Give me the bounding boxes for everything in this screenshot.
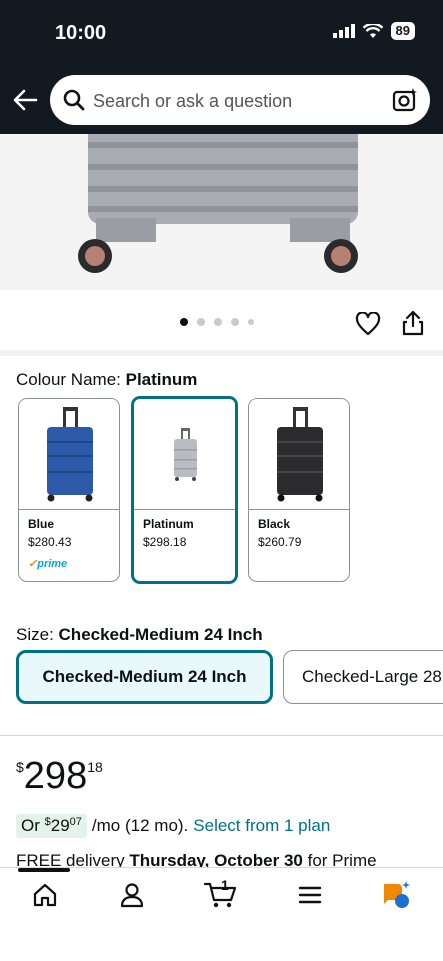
product-image[interactable] (0, 134, 443, 290)
carousel-dot (180, 318, 188, 326)
battery-indicator: 89 (390, 22, 415, 40)
installment-price-pill: Or $29 07 (16, 814, 87, 838)
search-input[interactable]: Search or ask a question (93, 91, 292, 112)
select-plan-link[interactable]: Select from 1 plan (193, 816, 330, 836)
carousel-dot (197, 318, 205, 326)
size-option-medium[interactable]: Checked-Medium 24 Inch (16, 650, 273, 704)
swatch-price: $260.79 (258, 535, 302, 549)
status-time: 10:00 (55, 22, 107, 44)
colour-label-text: Colour Name: (16, 370, 121, 389)
price-currency: $ (16, 759, 24, 775)
size-label: Size: Checked-Medium 24 Inch (16, 625, 263, 645)
colour-option-blue[interactable]: Blue $280.43 ✓prime (18, 398, 120, 582)
heart-icon[interactable] (355, 312, 381, 336)
swatch-price: $298.18 (143, 535, 187, 549)
suitcase-icon (47, 407, 93, 502)
carousel-dot (214, 318, 222, 326)
search-bar[interactable]: Search or ask a question (50, 75, 430, 125)
size-selected-value: Checked-Medium 24 Inch (58, 625, 263, 644)
colour-option-platinum[interactable]: Platinum $298.18 (131, 396, 238, 584)
colour-option-black[interactable]: Black $260.79 (248, 398, 350, 582)
image-carousel-indicator (180, 318, 254, 326)
swatch-name: Platinum (143, 517, 194, 531)
bottom-navigation: 1 (0, 867, 443, 961)
size-option-large[interactable]: Checked-Large 28 (283, 650, 443, 704)
installment-whole: 29 (50, 816, 70, 835)
prime-badge: ✓prime (28, 558, 68, 570)
search-icon (63, 89, 85, 111)
installment-fraction: 07 (69, 816, 82, 828)
swatch-name: Black (258, 517, 291, 531)
swatch-image (134, 399, 235, 510)
colour-selected-value: Platinum (125, 370, 198, 389)
header: 10:00 89 Search or ask a question (0, 0, 443, 134)
status-icons: 89 (332, 22, 415, 40)
camera-search-icon[interactable] (392, 87, 418, 113)
active-tab-indicator (18, 868, 70, 872)
signal-icon (332, 24, 355, 38)
share-icon[interactable] (402, 310, 424, 336)
carousel-dot (231, 318, 239, 326)
carousel-dot (248, 319, 254, 325)
size-label-text: Size: (16, 625, 54, 644)
installment-term: /mo (12 mo). (91, 816, 189, 835)
section-divider (0, 350, 443, 356)
product-price: $ 298 18 (16, 755, 103, 797)
installment-prefix: Or (21, 816, 40, 835)
menu-icon[interactable] (297, 882, 323, 908)
swatch-name: Blue (28, 517, 55, 531)
cart-count: 1 (221, 877, 229, 893)
price-whole: 298 (23, 755, 88, 797)
suitcase-icon (174, 428, 197, 481)
colour-name-label: Colour Name: Platinum (16, 370, 197, 390)
back-arrow-icon[interactable] (12, 87, 38, 113)
swatch-image (19, 399, 119, 510)
wifi-icon (362, 23, 383, 38)
cart-button[interactable]: 1 (203, 877, 239, 910)
rufus-assistant-icon[interactable] (380, 880, 412, 910)
divider (0, 735, 443, 736)
swatch-price: $280.43 (28, 535, 72, 549)
suitcase-icon (277, 407, 323, 502)
installment-offer: Or $29 07 /mo (12 mo). Select from 1 plan (16, 814, 330, 838)
home-icon[interactable] (32, 882, 58, 908)
account-icon[interactable] (119, 882, 145, 908)
suitcase-image (78, 134, 358, 273)
price-fraction: 18 (87, 759, 103, 775)
swatch-image (249, 399, 349, 510)
